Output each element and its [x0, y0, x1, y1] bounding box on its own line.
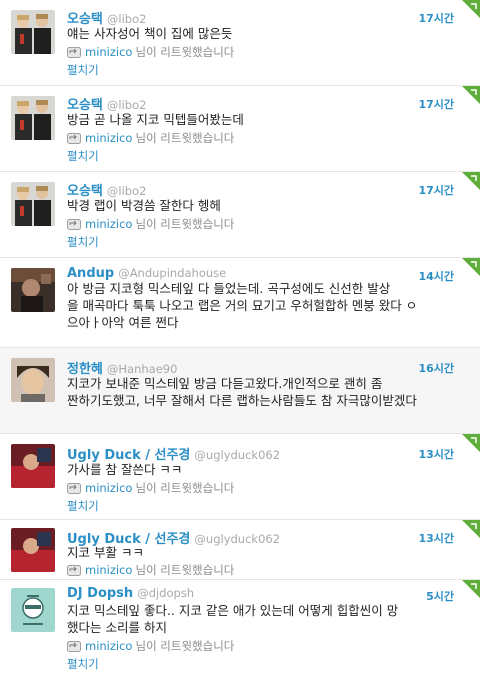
retweet-label: 님이 리트윗했습니다 [135, 639, 235, 653]
avatar[interactable] [11, 588, 55, 632]
tweet-time[interactable]: 17시간 [418, 182, 454, 198]
user-name[interactable]: DJ Dopsh [67, 586, 133, 601]
user-handle[interactable]: @libo2 [107, 12, 147, 26]
user-handle[interactable]: @Hanhae90 [107, 362, 178, 376]
retweeter-name[interactable]: minizico [85, 45, 132, 59]
tweet-time[interactable]: 13시간 [418, 446, 454, 462]
tweet-text: 가사를 참 잘쓴다 ㅋㅋ [67, 461, 463, 478]
tweet-text-line: 짠하기도했고, 너무 잘해서 다른 랩하는사람들도 참 자극많이받겠다 [67, 393, 417, 408]
tweet-text: 지코 믹스테잎 좋다.. 지코 같은 애가 있는데 어떻게 힙합씬이 망 했다는… [67, 602, 463, 636]
retweeter-name[interactable]: minizico [85, 217, 132, 231]
retweet-info: minizico 님이 리트윗했습니다 [67, 44, 234, 60]
tweet-text-line: 방금 곧 나올 지코 믹텝들어봤는데 [67, 112, 244, 127]
tweet-timeline: 오승택 @libo2 17시간 얘는 사자성어 책이 집에 많은듯 minizic… [0, 0, 480, 688]
expand-link[interactable]: 펼치기 [67, 62, 99, 78]
retweet-corner-icon [462, 172, 480, 190]
tweet-text: 지코 부활 ㅋㅋ [67, 544, 463, 561]
retweet-label: 님이 리트윗했습니다 [135, 131, 235, 145]
user-handle[interactable]: @libo2 [107, 184, 147, 198]
tweet-header: DJ Dopsh @djdopsh [67, 586, 194, 601]
tweet-text: 지코가 보내준 믹스테잎 방금 다듣고왔다.개인적으로 괜히 좀 짠하기도했고,… [67, 375, 463, 409]
retweet-icon [67, 47, 81, 58]
tweet-item[interactable]: 오승택 @libo2 17시간 방금 곧 나올 지코 믹텝들어봤는데 minizi… [0, 86, 480, 172]
retweet-icon [67, 483, 81, 494]
retweet-corner-icon [462, 0, 480, 18]
retweet-info: minizico 님이 리트윗했습니다 [67, 480, 234, 496]
user-name[interactable]: Andup [67, 266, 114, 281]
tweet-text-line: 으아ㅏ아악 여른 쩐다 [67, 315, 179, 330]
avatar[interactable] [11, 96, 55, 140]
tweet-text-line: 가사를 참 잘쓴다 ㅋㅋ [67, 462, 183, 477]
avatar[interactable] [11, 444, 55, 488]
user-handle[interactable]: @Andupindahouse [118, 266, 226, 280]
retweet-info: minizico 님이 리트윗했습니다 [67, 638, 234, 654]
retweet-icon [67, 219, 81, 230]
tweet-text: 방금 곧 나올 지코 믹텝들어봤는데 [67, 111, 463, 128]
tweet-item[interactable]: 정한혜 @Hanhae90 16시간 지코가 보내준 믹스테잎 방금 다듣고왔다.… [0, 348, 480, 434]
retweeter-name[interactable]: minizico [85, 639, 132, 653]
retweet-label: 님이 리트윗했습니다 [135, 563, 235, 577]
tweet-item[interactable]: Ugly Duck / 선주경 @uglyduck062 13시간 지코 부활 ㅋ… [0, 520, 480, 580]
retweeter-name[interactable]: minizico [85, 481, 132, 495]
retweeter-name[interactable]: minizico [85, 131, 132, 145]
avatar[interactable] [11, 268, 55, 312]
tweet-header: Andup @Andupindahouse [67, 266, 226, 281]
tweet-text-line: 얘는 사자성어 책이 집에 많은듯 [67, 26, 233, 41]
tweet-text-line: 지코 믹스테잎 좋다.. 지코 같은 애가 있는데 어떻게 힙합씬이 망 [67, 603, 399, 618]
tweet-text-line: 박경 랩이 박경씀 잘한다 헹헤 [67, 198, 221, 213]
tweet-text-line: 지코가 보내준 믹스테잎 방금 다듣고왔다.개인적으로 괜히 좀 [67, 376, 383, 391]
avatar[interactable] [11, 528, 55, 572]
retweet-info: minizico 님이 리트윗했습니다 [67, 130, 234, 146]
avatar[interactable] [11, 182, 55, 226]
tweet-text: 얘는 사자성어 책이 집에 많은듯 [67, 25, 463, 42]
tweet-text-line: 지코 부활 ㅋㅋ [67, 545, 144, 560]
tweet-text-line: 을 매곡마다 툭툭 나오고 랩은 거의 묘기고 우허헐합하 멘붕 왔다 ㅇ [67, 298, 418, 313]
retweet-info: minizico 님이 리트윗했습니다 [67, 562, 234, 578]
retweet-label: 님이 리트윗했습니다 [135, 217, 235, 231]
expand-link[interactable]: 펼치기 [67, 498, 99, 514]
retweet-corner-icon [462, 434, 480, 452]
expand-link[interactable]: 펼치기 [67, 148, 99, 164]
tweet-text: 박경 랩이 박경씀 잘한다 헹헤 [67, 197, 463, 214]
user-handle[interactable]: @libo2 [107, 98, 147, 112]
retweet-icon [67, 133, 81, 144]
retweet-info: minizico 님이 리트윗했습니다 [67, 216, 234, 232]
retweet-corner-icon [462, 258, 480, 276]
retweet-label: 님이 리트윗했습니다 [135, 481, 235, 495]
retweet-corner-icon [462, 580, 480, 598]
user-handle[interactable]: @uglyduck062 [194, 448, 280, 462]
expand-link[interactable]: 펼치기 [67, 656, 99, 672]
tweet-item[interactable]: DJ Dopsh @djdopsh 5시간 지코 믹스테잎 좋다.. 지코 같은 … [0, 580, 480, 688]
tweet-item[interactable]: 오승택 @libo2 17시간 박경 랩이 박경씀 잘한다 헹헤 minizico… [0, 172, 480, 258]
tweet-text-line: 아 방금 지코형 믹스테잎 다 들었는데. 곡구성에도 신선한 발상 [67, 281, 391, 296]
retweet-corner-icon [462, 86, 480, 104]
tweet-item[interactable]: Ugly Duck / 선주경 @uglyduck062 13시간 가사를 참 잘… [0, 434, 480, 520]
tweet-item[interactable]: Andup @Andupindahouse 14시간 아 방금 지코형 믹스테잎 … [0, 258, 480, 348]
expand-link[interactable]: 펼치기 [67, 234, 99, 250]
tweet-time[interactable]: 17시간 [418, 96, 454, 112]
tweet-text-line: 했다는 소리를 하지 [67, 620, 167, 635]
tweet-text: 아 방금 지코형 믹스테잎 다 들었는데. 곡구성에도 신선한 발상 을 매곡마… [67, 280, 463, 331]
tweet-item[interactable]: 오승택 @libo2 17시간 얘는 사자성어 책이 집에 많은듯 minizic… [0, 0, 480, 86]
tweet-time[interactable]: 17시간 [418, 10, 454, 26]
user-handle[interactable]: @djdopsh [137, 586, 194, 600]
retweet-icon [67, 641, 81, 652]
retweet-corner-icon [462, 520, 480, 538]
avatar[interactable] [11, 358, 55, 402]
retweet-label: 님이 리트윗했습니다 [135, 45, 235, 59]
retweeter-name[interactable]: minizico [85, 563, 132, 577]
retweet-icon [67, 565, 81, 576]
tweet-time[interactable]: 16시간 [418, 360, 454, 376]
avatar[interactable] [11, 10, 55, 54]
